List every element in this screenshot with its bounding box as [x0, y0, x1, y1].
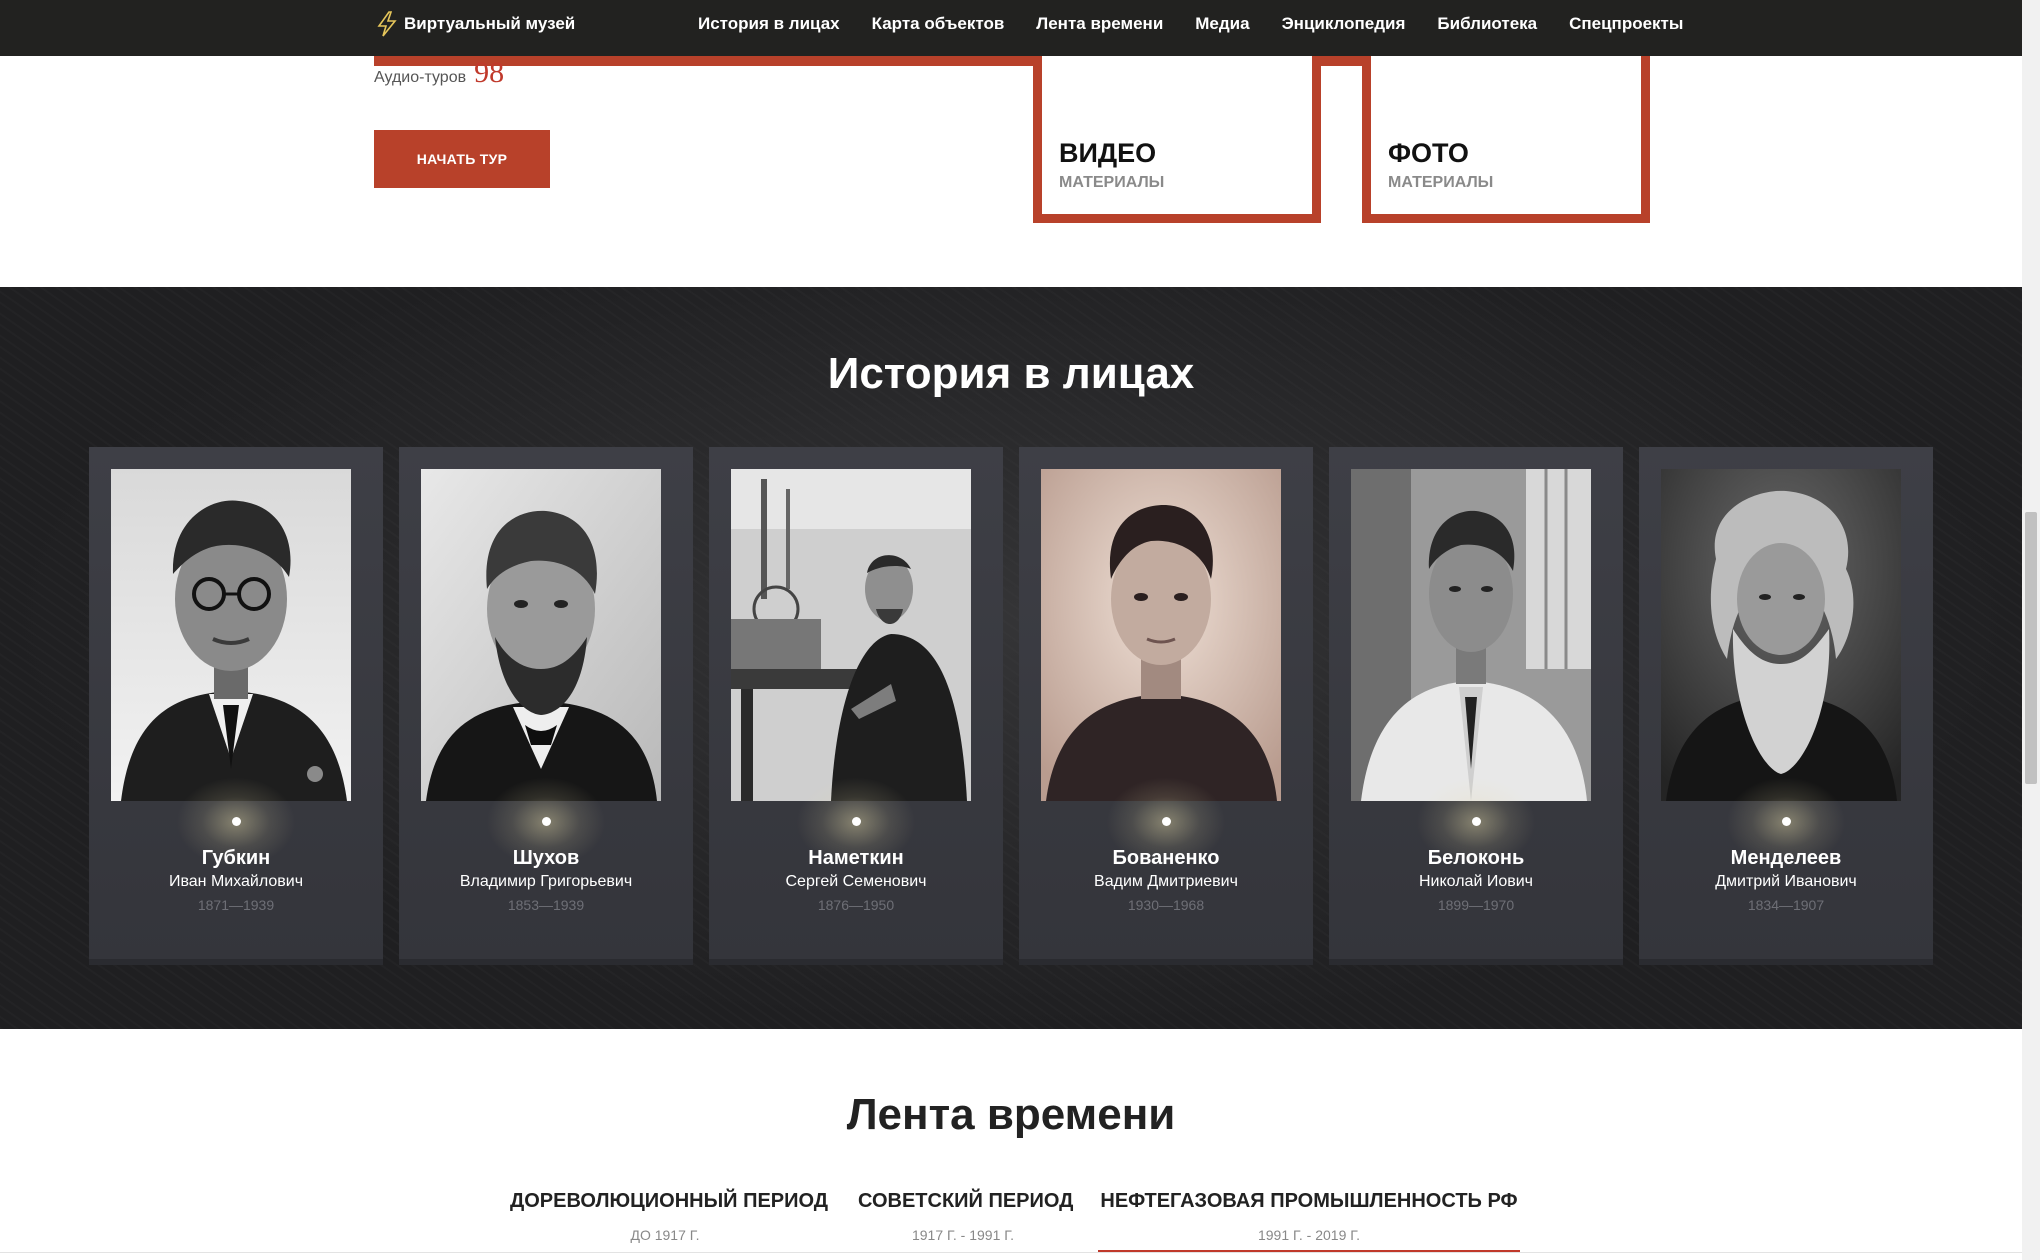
- person-given-name: Николай Иович: [1418, 873, 1533, 890]
- nav-item-objects-map[interactable]: Карта объектов: [872, 14, 1005, 34]
- person-card-mendeleev[interactable]: Менделеев Дмитрий Иванович 1834—1907: [1639, 447, 1933, 965]
- portrait-photo: [421, 469, 661, 801]
- person-years: 1930—1968: [1127, 897, 1205, 913]
- history-in-faces-section: История в лицах Губкин Иван Михайлович 1…: [0, 287, 2022, 1029]
- card-indicator-dot: [1162, 817, 1171, 826]
- scrollbar-thumb[interactable]: [2025, 512, 2037, 784]
- person-years: 1899—1970: [1437, 897, 1515, 913]
- person-given-name: Сергей Семенович: [785, 873, 927, 890]
- photo-card-title: ФОТО: [1388, 138, 1469, 168]
- person-surname: Бованенко: [1112, 847, 1220, 869]
- tab-period: 1917 Г. - 1991 Г.: [911, 1227, 1015, 1243]
- portrait-photo: [1661, 469, 1901, 801]
- video-card-title: ВИДЕО: [1059, 138, 1157, 168]
- page-scrollbar[interactable]: [2022, 0, 2040, 1260]
- timeline-divider: [0, 1252, 2022, 1253]
- person-years: 1876—1950: [817, 897, 895, 913]
- tab-period: ДО 1917 Г.: [630, 1227, 700, 1243]
- card-indicator-dot: [852, 817, 861, 826]
- card-indicator-dot: [1472, 817, 1481, 826]
- person-years: 1871—1939: [197, 897, 275, 913]
- tab-title: ДОРЕВОЛЮЦИОННЫЙ ПЕРИОД: [510, 1190, 829, 1212]
- nav-item-special-projects[interactable]: Спецпроекты: [1569, 14, 1683, 34]
- person-card-shukhov[interactable]: Шухов Владимир Григорьевич 1853—1939: [399, 447, 693, 965]
- tab-period: 1991 Г. - 2019 Г.: [1257, 1227, 1361, 1243]
- audio-tours-counter: Аудио-туров 98: [374, 58, 504, 88]
- portrait-photo: [1041, 469, 1281, 801]
- person-given-name: Вадим Дмитриевич: [1094, 873, 1238, 890]
- photo-card-subtitle: МАТЕРИАЛЫ: [1388, 174, 1494, 191]
- tab-soviet-period[interactable]: СОВЕТСКИЙ ПЕРИОД 1917 Г. - 1991 Г.: [858, 1190, 1074, 1243]
- logo-label: Виртуальный музей: [404, 14, 576, 33]
- tab-pre-revolution[interactable]: ДОРЕВОЛЮЦИОННЫЙ ПЕРИОД ДО 1917 Г.: [510, 1190, 829, 1243]
- person-years: 1834—1907: [1747, 897, 1825, 913]
- start-tour-button[interactable]: НАЧАТЬ ТУР: [374, 130, 550, 188]
- nav-item-history-faces[interactable]: История в лицах: [698, 14, 840, 34]
- person-years: 1853—1939: [507, 897, 585, 913]
- card-indicator-dot: [232, 817, 241, 826]
- tab-oil-gas-industry-rf[interactable]: НЕФТЕГАЗОВАЯ ПРОМЫШЛЕННОСТЬ РФ 1991 Г. -…: [1098, 1190, 1520, 1243]
- lightning-bolt-icon: [377, 11, 397, 37]
- card-indicator-dot: [542, 817, 551, 826]
- nav-item-timeline[interactable]: Лента времени: [1036, 14, 1163, 34]
- timeline-title: Лента времени: [846, 1090, 1176, 1139]
- person-given-name: Дмитрий Иванович: [1715, 873, 1857, 890]
- person-card-gubkin[interactable]: Губкин Иван Михайлович 1871—1939: [89, 447, 383, 965]
- person-surname: Менделеев: [1730, 847, 1842, 869]
- nav-item-library[interactable]: Библиотека: [1437, 14, 1537, 34]
- person-surname: Губкин: [201, 847, 271, 869]
- person-given-name: Иван Михайлович: [168, 873, 304, 890]
- audio-tours-label: Аудио-туров: [374, 69, 467, 86]
- tab-title: СОВЕТСКИЙ ПЕРИОД: [858, 1190, 1074, 1212]
- photo-materials-card[interactable]: ФОТО МАТЕРИАЛЫ: [1362, 56, 1650, 223]
- section-title: История в лицах: [827, 349, 1195, 398]
- person-card-nametkin[interactable]: Наметкин Сергей Семенович 1876—1950: [709, 447, 1003, 965]
- tab-title: НЕФТЕГАЗОВАЯ ПРОМЫШЛЕННОСТЬ РФ: [1100, 1190, 1518, 1212]
- person-surname: Белоконь: [1427, 847, 1525, 869]
- person-surname: Шухов: [512, 847, 580, 869]
- portrait-photo: [111, 469, 351, 801]
- nav-item-encyclopedia[interactable]: Энциклопедия: [1282, 14, 1406, 34]
- portrait-photo: [1351, 469, 1591, 801]
- main-menu: История в лицах Карта объектов Лента вре…: [698, 0, 1715, 48]
- portrait-photo: [731, 469, 971, 801]
- site-logo[interactable]: Виртуальный музей: [376, 0, 575, 48]
- audio-tours-count: 98: [474, 56, 505, 89]
- person-card-belokon[interactable]: Белоконь Николай Иович 1899—1970: [1329, 447, 1623, 965]
- person-card-bovanenko[interactable]: Бованенко Вадим Дмитриевич 1930—1968: [1019, 447, 1313, 965]
- video-materials-card[interactable]: ВИДЕО МАТЕРИАЛЫ: [1033, 56, 1321, 223]
- nav-item-media[interactable]: Медиа: [1195, 14, 1249, 34]
- person-given-name: Владимир Григорьевич: [459, 873, 633, 890]
- top-navigation-bar: Виртуальный музей История в лицах Карта …: [0, 0, 2022, 56]
- video-card-subtitle: МАТЕРИАЛЫ: [1059, 174, 1165, 191]
- person-surname: Наметкин: [808, 847, 904, 869]
- card-indicator-dot: [1782, 817, 1791, 826]
